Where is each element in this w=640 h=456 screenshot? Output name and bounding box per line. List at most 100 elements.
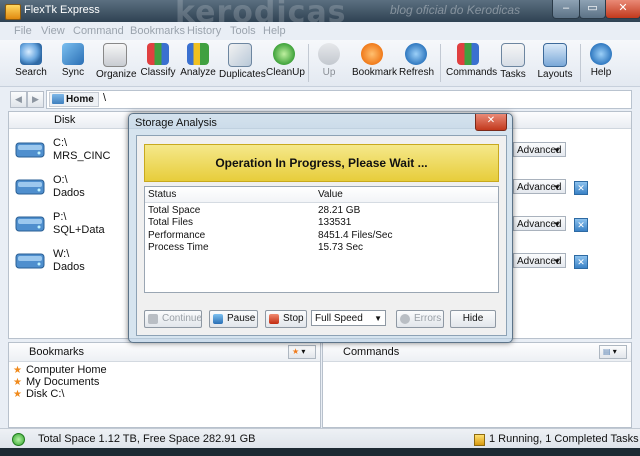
- bookmark-button[interactable]: Bookmark: [352, 42, 397, 84]
- errors-icon: [400, 314, 410, 324]
- dialog-body: Operation In Progress, Please Wait ... S…: [136, 135, 507, 336]
- star-icon: ★: [13, 377, 22, 388]
- remove-disk-icon[interactable]: ✕: [574, 181, 588, 195]
- disk-name: W:\: [53, 248, 70, 260]
- taskbar-strip: [0, 448, 640, 456]
- duplicates-icon: [228, 43, 252, 67]
- status-bar: Total Space 1.12 TB, Free Space 282.91 G…: [0, 428, 640, 449]
- up-button[interactable]: Up: [314, 42, 344, 84]
- hide-button[interactable]: Hide: [450, 310, 496, 328]
- layouts-icon: [543, 43, 567, 67]
- disk-mode-select[interactable]: Advanced ▼: [513, 216, 566, 231]
- commands-button[interactable]: Commands: [446, 42, 497, 84]
- menu-file[interactable]: File: [14, 25, 32, 37]
- window-title: FlexTk Express: [24, 4, 100, 16]
- analyze-button[interactable]: Analyze: [180, 42, 216, 84]
- title-bar: FlexTk Express kerodicas blog oficial do…: [0, 0, 640, 30]
- sync-button[interactable]: Sync: [56, 42, 90, 84]
- minimize-button[interactable]: ‒: [552, 0, 580, 19]
- main-toolbar: Search Sync Organize Classify Analyze Du…: [0, 40, 640, 87]
- menu-view[interactable]: View: [41, 25, 65, 37]
- home-icon: [52, 94, 64, 104]
- commands-pane: Commands ▤ ▾: [322, 342, 632, 428]
- layouts-button[interactable]: Layouts: [537, 42, 573, 84]
- refresh-button[interactable]: Refresh: [399, 42, 434, 84]
- breadcrumb-home[interactable]: Home: [49, 92, 99, 107]
- disk-name: C:\: [53, 137, 68, 149]
- search-button[interactable]: Search: [13, 42, 49, 84]
- disk-mode-select[interactable]: Advanced ▼: [513, 142, 566, 157]
- duplicates-button[interactable]: Duplicates: [219, 42, 266, 84]
- commands-title: Commands: [343, 346, 400, 358]
- status-ok-icon: [12, 433, 25, 446]
- remove-disk-icon[interactable]: ✕: [574, 255, 588, 269]
- cleanup-icon: [273, 43, 295, 65]
- tasks-button[interactable]: Tasks: [498, 42, 528, 84]
- toolbar-separator: [440, 44, 441, 82]
- menu-help[interactable]: Help: [263, 25, 286, 37]
- cleanup-button[interactable]: CleanUp: [266, 42, 305, 84]
- progress-banner: Operation In Progress, Please Wait ...: [144, 144, 499, 182]
- disk-mode-select[interactable]: Advanced ▼: [513, 253, 566, 268]
- forward-button[interactable]: ▶: [27, 91, 44, 108]
- table-row: Total Files 133531: [148, 217, 352, 228]
- status-table-header: Status Value: [145, 187, 498, 203]
- remove-disk-icon[interactable]: ✕: [574, 218, 588, 232]
- status-table: Status Value Total Space 28.21 GB Total F…: [144, 186, 499, 293]
- organize-button[interactable]: Organize: [96, 42, 137, 84]
- search-icon: [20, 43, 42, 65]
- table-row: Performance 8451.4 Files/Sec: [148, 230, 393, 241]
- commands-icon: ▤: [603, 347, 611, 356]
- analyze-icon: [187, 43, 209, 65]
- back-button[interactable]: ◀: [10, 91, 27, 108]
- hard-drive-icon: [15, 216, 45, 232]
- storage-analysis-dialog: Storage Analysis ✕ Operation In Progress…: [128, 113, 513, 343]
- column-status: Status: [148, 189, 177, 200]
- help-button[interactable]: Help: [588, 42, 614, 84]
- disk-label: Dados: [53, 261, 85, 273]
- commands-menu-button[interactable]: ▤ ▾: [599, 345, 627, 359]
- commands-header: Commands ▤ ▾: [323, 343, 631, 362]
- table-row: Process Time 15.73 Sec: [148, 242, 364, 253]
- address-field[interactable]: Home \: [46, 90, 632, 109]
- chevron-down-icon: ▼: [374, 314, 382, 323]
- menu-bar: File View Command Bookmarks History Tool…: [0, 22, 640, 40]
- chevron-down-icon: ▼: [553, 220, 561, 229]
- menu-command[interactable]: Command: [73, 25, 124, 37]
- menu-history[interactable]: History: [187, 25, 221, 37]
- bookmark-star-icon: [361, 43, 383, 65]
- bookmark-item[interactable]: ★ Computer Home: [13, 364, 107, 376]
- close-button[interactable]: ✕: [605, 0, 640, 19]
- app-icon: [5, 4, 21, 20]
- task-status[interactable]: 1 Running, 1 Completed Tasks: [489, 433, 639, 445]
- column-disk[interactable]: Disk: [54, 114, 75, 126]
- bottom-panels: Bookmarks ★ ▾ ★ Computer Home ★ My Documen…: [8, 342, 632, 428]
- play-icon: [148, 314, 158, 324]
- menu-tools[interactable]: Tools: [230, 25, 256, 37]
- menu-bookmarks[interactable]: Bookmarks: [130, 25, 185, 37]
- star-icon: ★: [292, 347, 300, 356]
- toolbar-separator: [580, 44, 581, 82]
- continue-button[interactable]: Continue: [144, 310, 202, 328]
- speed-select[interactable]: Full Speed ▼: [311, 310, 386, 326]
- help-icon: [590, 43, 612, 65]
- disk-mode-select[interactable]: Advanced ▼: [513, 179, 566, 194]
- bookmark-item[interactable]: ★ My Documents: [13, 376, 99, 388]
- classify-button[interactable]: Classify: [140, 42, 176, 84]
- pause-button[interactable]: Pause: [209, 310, 258, 328]
- dialog-close-button[interactable]: ✕: [475, 114, 507, 131]
- stop-button[interactable]: Stop: [265, 310, 307, 328]
- organize-icon: [103, 43, 127, 67]
- hard-drive-icon: [15, 179, 45, 195]
- bookmarks-menu-button[interactable]: ★ ▾: [288, 345, 316, 359]
- stop-icon: [269, 314, 279, 324]
- errors-button[interactable]: Errors: [396, 310, 444, 328]
- refresh-icon: [405, 43, 427, 65]
- tasks-icon: [501, 43, 525, 67]
- commands-icon: [457, 43, 479, 65]
- bookmarks-pane: Bookmarks ★ ▾ ★ Computer Home ★ My Documen…: [8, 342, 321, 428]
- maximize-button[interactable]: ▭: [579, 0, 606, 19]
- bookmark-item[interactable]: ★ Disk C:\: [13, 388, 64, 400]
- column-value: Value: [318, 189, 343, 200]
- address-bar: ◀ ▶ Home \: [8, 90, 632, 109]
